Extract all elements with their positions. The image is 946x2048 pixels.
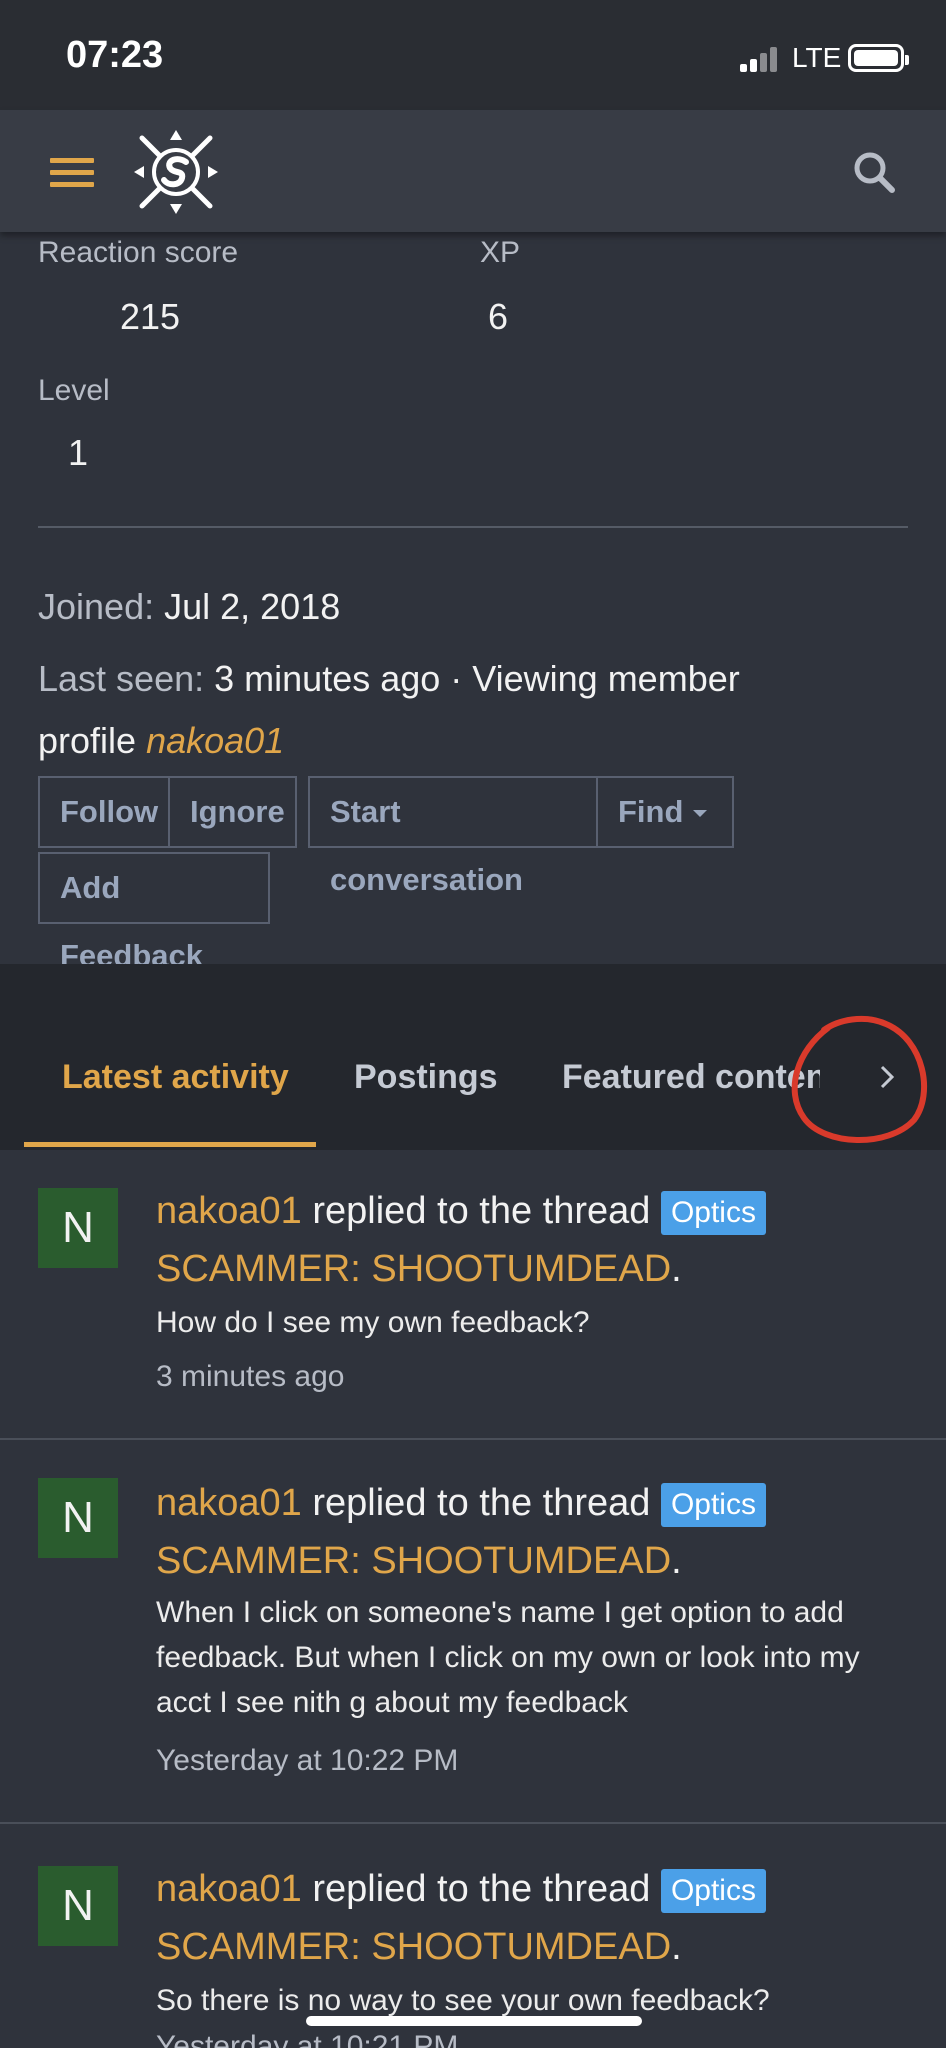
site-logo[interactable] [134, 130, 218, 214]
list-item[interactable]: N nakoa01 replied to the thread Optics S… [0, 1150, 946, 1440]
stat-value-reaction-score: 215 [120, 296, 181, 337]
avatar[interactable]: N [38, 1478, 118, 1558]
thread-link[interactable]: SCAMMER: SHOOTUMDEAD [156, 1540, 671, 1582]
period: . [671, 1540, 682, 1582]
activity-action: replied to the thread [312, 1190, 651, 1232]
last-seen-label: Last seen: [38, 658, 205, 699]
activity-time: Yesterday at 10:22 PM [156, 1744, 459, 1777]
stat-label-level: Level [38, 374, 110, 407]
last-seen-line: Last seen: 3 minutes ago · Viewing membe… [38, 658, 740, 700]
stat-label-reaction-score: Reaction score [38, 236, 239, 269]
find-dropdown-button[interactable]: Find [596, 776, 734, 848]
tab-latest-activity[interactable]: Latest activity [62, 1058, 289, 1097]
tab-postings[interactable]: Postings [354, 1058, 498, 1097]
user-link[interactable]: nakoa01 [156, 1482, 302, 1524]
prefix-tag[interactable]: Optics [660, 1190, 766, 1235]
top-navbar [0, 110, 946, 232]
activity-time: Yesterday at 10:21 PM [156, 2030, 459, 2048]
period: . [671, 1248, 682, 1290]
activity-headline: nakoa01 replied to the thread Optics SCA… [156, 1182, 896, 1298]
stat-value-level: 1 [68, 432, 89, 473]
joined-value: Jul 2, 2018 [164, 586, 341, 627]
joined-line: Joined: Jul 2, 2018 [38, 586, 340, 628]
avatar[interactable]: N [38, 1188, 118, 1268]
activity-snippet: How do I see my own feedback? [156, 1306, 590, 1339]
stat-value-xp: 6 [488, 296, 509, 337]
signal-icon [740, 46, 784, 72]
avatar[interactable]: N [38, 1866, 118, 1946]
find-label: Find [618, 794, 684, 829]
battery-icon [848, 44, 909, 72]
activity-snippet: When I click on someone's name I get opt… [156, 1596, 860, 1719]
activity-action: replied to the thread [312, 1868, 651, 1910]
prefix-tag[interactable]: Optics [660, 1868, 766, 1913]
start-conversation-button[interactable]: Start conversation [308, 776, 598, 897]
search-icon[interactable] [850, 148, 898, 196]
active-tab-indicator [24, 1142, 316, 1147]
username-link[interactable]: nakoa01 [146, 720, 284, 761]
menu-icon[interactable] [50, 158, 94, 188]
divider [38, 526, 908, 528]
status-bar: 07:23 LTE [0, 0, 946, 110]
last-seen-value: 3 minutes ago · Viewing member [214, 658, 740, 699]
annotation-circle [791, 1015, 928, 1143]
prefix-tag[interactable]: Optics [660, 1482, 766, 1527]
activity-action: replied to the thread [312, 1482, 651, 1524]
thread-link[interactable]: SCAMMER: SHOOTUMDEAD [156, 1926, 671, 1968]
ignore-button[interactable]: Ignore [168, 776, 297, 848]
user-link[interactable]: nakoa01 [156, 1868, 302, 1910]
home-indicator[interactable] [306, 2016, 642, 2026]
status-time: 07:23 [66, 34, 164, 76]
stat-label-xp: XP [480, 236, 521, 269]
follow-button[interactable]: Follow [38, 776, 170, 848]
activity-headline: nakoa01 replied to the thread Optics SCA… [156, 1474, 896, 1590]
activity-time: 3 minutes ago [156, 1360, 345, 1393]
chevron-down-icon [693, 810, 708, 818]
period: . [671, 1926, 682, 1968]
joined-label: Joined: [38, 586, 155, 627]
last-seen-cont: profile [38, 720, 137, 761]
list-item[interactable]: N nakoa01 replied to the thread Optics S… [0, 1824, 946, 2048]
last-seen-continued: profile nakoa01 [38, 720, 284, 762]
user-link[interactable]: nakoa01 [156, 1190, 302, 1232]
thread-link[interactable]: SCAMMER: SHOOTUMDEAD [156, 1248, 671, 1290]
list-item[interactable]: N nakoa01 replied to the thread Optics S… [0, 1440, 946, 1822]
network-label: LTE [792, 42, 842, 73]
activity-headline: nakoa01 replied to the thread Optics SCA… [156, 1860, 896, 1976]
add-feedback-button[interactable]: Add Feedback [38, 852, 270, 973]
